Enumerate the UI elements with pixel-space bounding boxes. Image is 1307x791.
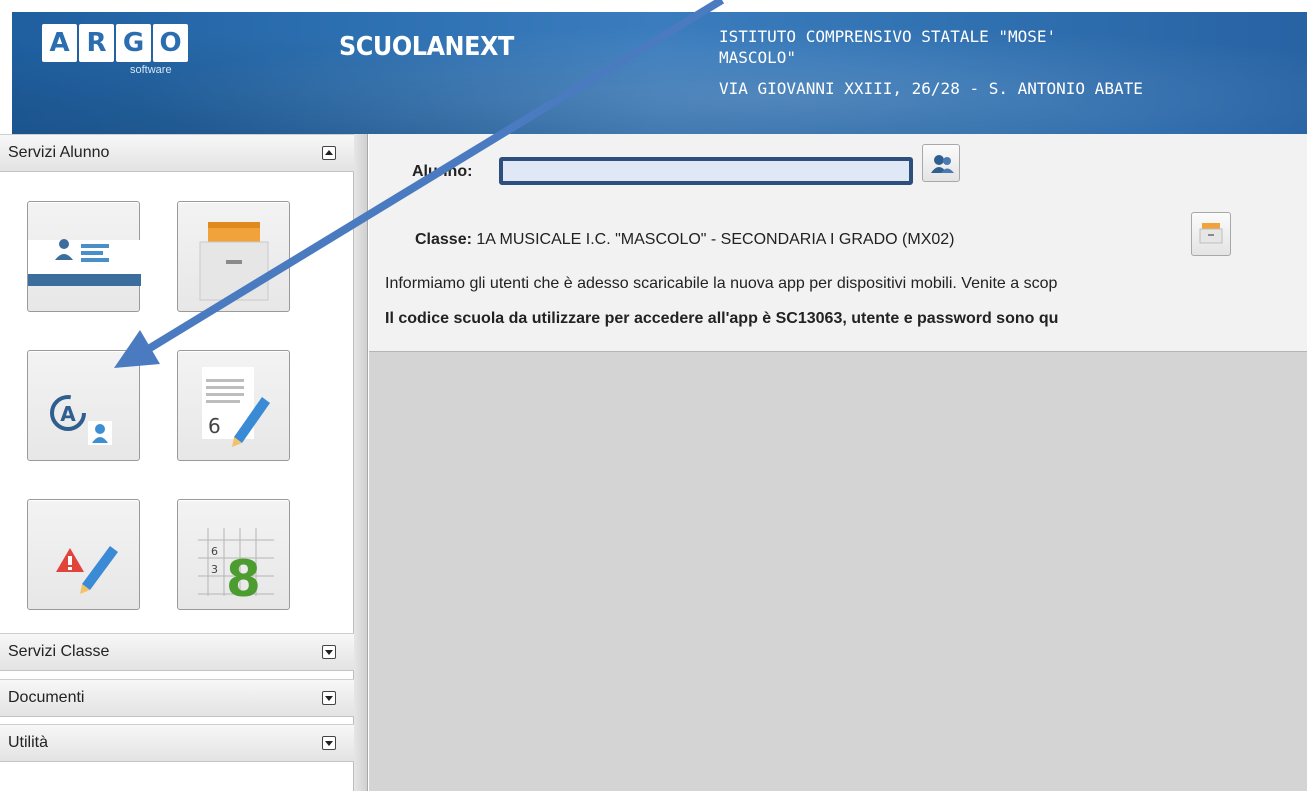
- expand-icon[interactable]: [322, 645, 336, 659]
- tile-absences[interactable]: A: [27, 350, 140, 461]
- grades-pencil-icon: 6: [202, 367, 270, 447]
- alunno-label: Alunno:: [412, 163, 473, 180]
- grade-grid-icon: 6 3 8: [198, 528, 274, 608]
- expand-icon[interactable]: [322, 691, 336, 705]
- expand-icon[interactable]: [322, 736, 336, 750]
- logo-letter: R: [79, 24, 114, 62]
- sidebar-splitter[interactable]: [354, 134, 368, 791]
- logo-letter: A: [42, 24, 77, 62]
- section-label: Utilità: [8, 734, 49, 751]
- section-label: Servizi Alunno: [8, 144, 110, 161]
- app-header: A R G O software SCUOLANEXT ISTITUTO COM…: [12, 12, 1307, 134]
- school-name-line2: MASCOLO": [719, 48, 797, 67]
- logo-letter: G: [116, 24, 151, 62]
- argo-logo: A R G O: [42, 24, 188, 62]
- select-class-button[interactable]: [1191, 212, 1231, 256]
- tile-student-data[interactable]: [27, 201, 141, 312]
- tile-grades[interactable]: 6: [177, 350, 290, 461]
- student-info-panel: Alunno: Classe: 1A MUSICALE I.C. "MASCOL…: [369, 134, 1307, 352]
- section-utilita[interactable]: Utilità: [0, 724, 354, 762]
- collapse-icon[interactable]: [322, 146, 336, 160]
- tile-notes[interactable]: [27, 499, 140, 610]
- school-name-line1: ISTITUTO COMPRENSIVO STATALE "MOSE': [719, 27, 1057, 46]
- grid-small-number: 3: [211, 563, 218, 576]
- student-card-icon: [28, 239, 141, 286]
- school-info: ISTITUTO COMPRENSIVO STATALE "MOSE' MASC…: [719, 26, 1143, 99]
- sidebar: Servizi Alunno A 6 6 3 8 Servizi Classe …: [0, 134, 354, 791]
- notes-alert-icon: [56, 546, 118, 594]
- section-servizi-alunno[interactable]: Servizi Alunno: [0, 134, 354, 172]
- section-documenti[interactable]: Documenti: [0, 679, 354, 717]
- absences-icon: A: [50, 395, 112, 445]
- grid-small-number: 6: [211, 545, 218, 558]
- classe-line: Classe: 1A MUSICALE I.C. "MASCOLO" - SEC…: [415, 231, 955, 249]
- archive-icon: [1199, 223, 1223, 244]
- tile-grade-grid[interactable]: 6 3 8: [177, 499, 290, 610]
- section-label: Documenti: [8, 689, 85, 706]
- alunno-field[interactable]: [499, 157, 913, 185]
- absence-letter: A: [60, 402, 76, 426]
- info-message: Informiamo gli utenti che è adesso scari…: [385, 275, 1058, 292]
- tile-archive[interactable]: [177, 201, 290, 312]
- app-title: SCUOLANEXT: [339, 32, 514, 62]
- app-code-message: Il codice scuola da utilizzare per acced…: [385, 310, 1059, 327]
- classe-value: 1A MUSICALE I.C. "MASCOLO" - SECONDARIA …: [476, 231, 955, 248]
- section-servizi-classe[interactable]: Servizi Classe: [0, 633, 354, 671]
- section-label: Servizi Classe: [8, 643, 110, 660]
- grid-big-number: 8: [226, 550, 261, 608]
- logo-letter: O: [153, 24, 188, 62]
- school-address: VIA GIOVANNI XXIII, 26/28 - S. ANTONIO A…: [719, 79, 1143, 98]
- classe-label: Classe:: [415, 231, 472, 248]
- users-icon: [931, 155, 954, 173]
- grade-number: 6: [208, 414, 221, 438]
- archive-drawer-icon: [199, 222, 269, 301]
- select-student-button[interactable]: [922, 144, 960, 182]
- logo-subtitle: software: [130, 64, 172, 76]
